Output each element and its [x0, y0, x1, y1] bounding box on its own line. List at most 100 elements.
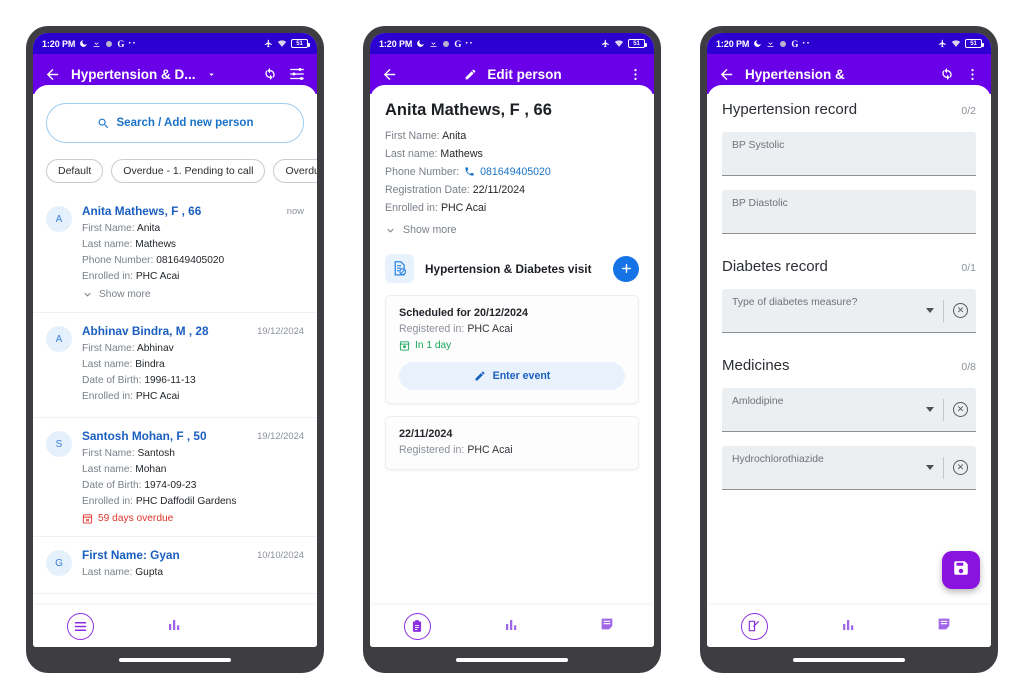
person-field: First Name: Santosh	[82, 448, 175, 459]
field-amlodipine[interactable]: Amlodipine ✕	[722, 388, 976, 432]
field-diabetes-measure[interactable]: Type of diabetes measure? ✕	[722, 289, 976, 333]
chevron-down-icon[interactable]	[206, 69, 217, 80]
chevron-down-icon[interactable]	[926, 465, 934, 470]
chip-default[interactable]: Default	[46, 159, 104, 183]
gesture-bar[interactable]	[793, 658, 905, 662]
field-label: Amlodipine	[732, 396, 784, 407]
section-title: Medicines	[722, 357, 790, 374]
avatar: A	[46, 206, 72, 232]
device-phone-1: 1:20 PM G ·· 51 Hypertension & D... Sear…	[26, 26, 324, 673]
status-badge: 59 days overdue	[82, 513, 247, 524]
person-field: Enrolled in: PHC Daffodil Gardens	[82, 496, 237, 507]
search-icon	[97, 117, 110, 130]
edit-square-circle-icon	[740, 612, 768, 640]
clipboard-circle-icon	[403, 612, 431, 640]
person-date: now	[286, 205, 304, 216]
person-field: Enrolled in: PHC Acai	[82, 391, 180, 402]
field-label: BP Diastolic	[732, 198, 788, 209]
chevron-down-icon	[385, 225, 396, 236]
event-due-label: In 1 day	[415, 340, 452, 351]
back-arrow-icon[interactable]	[381, 66, 398, 83]
note-icon	[599, 616, 615, 637]
battery-level: 51	[970, 40, 977, 47]
nav-item-list[interactable]	[33, 612, 128, 640]
download-icon	[92, 39, 101, 48]
person-field: Date of Birth: 1974-09-23	[82, 480, 197, 491]
more-dots-icon: ··	[128, 37, 137, 49]
chevron-down-icon[interactable]	[926, 407, 934, 412]
status-time: 1:20 PM	[379, 38, 413, 49]
battery-icon: 51	[965, 39, 984, 48]
table-row[interactable]: G First Name: Gyan Last name: Gupta 10/1…	[33, 537, 317, 594]
chevron-down-icon[interactable]	[926, 308, 934, 313]
person-field: Enrolled in: PHC Acai	[82, 271, 180, 282]
back-arrow-icon[interactable]	[44, 66, 61, 83]
show-more-toggle[interactable]: Show more	[82, 289, 277, 300]
screen-event-form: 1:20 PM G ·· 51 Hypertension & Hypertens…	[707, 33, 991, 647]
save-button[interactable]	[942, 551, 980, 589]
divider	[943, 299, 944, 322]
show-more-toggle[interactable]: Show more	[385, 224, 639, 236]
section-title: Hypertension record	[722, 101, 858, 118]
detail-field-phone[interactable]: Phone Number: 081649405020	[385, 163, 639, 181]
more-vert-icon[interactable]	[628, 67, 643, 82]
clear-icon[interactable]: ✕	[953, 402, 968, 417]
enter-event-button[interactable]: Enter event	[399, 362, 625, 390]
detail-field: First Name: Anita	[385, 130, 467, 142]
chip-overdue-2[interactable]: Overdue - 2	[273, 159, 317, 183]
avatar: A	[46, 326, 72, 352]
section-header-hypertension: Hypertension record 0/2	[707, 85, 991, 118]
list-item[interactable]: 22/11/2024 Registered in: PHC Acai	[385, 416, 639, 470]
divider	[943, 398, 944, 421]
circle-icon	[105, 40, 113, 48]
section-header-medicines: Medicines 0/8	[707, 333, 991, 374]
screenshot-stage: 1:20 PM G ·· 51 Hypertension & D... Sear…	[0, 0, 1024, 699]
section-header-diabetes: Diabetes record 0/1	[707, 234, 991, 275]
edit-person-label[interactable]: Edit person	[487, 67, 561, 82]
app-bar-title: Hypertension &	[745, 66, 845, 82]
person-field: Last name: Mathews	[82, 239, 177, 250]
pencil-icon[interactable]	[464, 68, 477, 81]
table-row[interactable]: S Santosh Mohan, F , 50 First Name: Sant…	[33, 418, 317, 537]
field-label: Hydrochlorothiazide	[732, 454, 824, 465]
more-vert-icon[interactable]	[965, 67, 980, 82]
sync-icon[interactable]	[939, 66, 955, 82]
show-more-label: Show more	[403, 224, 457, 236]
visit-section-header: Hypertension & Diabetes visit	[385, 254, 639, 283]
nav-item-form[interactable]	[707, 612, 802, 640]
nav-item-records[interactable]	[370, 612, 465, 640]
bottom-nav-1	[33, 605, 317, 647]
overdue-label: 59 days overdue	[98, 513, 174, 524]
event-due-badge: In 1 day	[399, 340, 625, 351]
download-icon	[766, 39, 775, 48]
field-bp-diastolic[interactable]: BP Diastolic	[722, 190, 976, 234]
nav-item-notes[interactable]	[559, 616, 654, 637]
chip-overdue-1[interactable]: Overdue - 1. Pending to call	[111, 159, 266, 183]
document-clock-icon	[385, 254, 414, 283]
show-more-label: Show more	[99, 289, 151, 300]
bar-chart-icon	[504, 616, 520, 637]
field-bp-systolic[interactable]: BP Systolic	[722, 132, 976, 176]
filter-list-icon[interactable]	[288, 65, 306, 83]
nav-item-analytics[interactable]	[802, 616, 897, 637]
gesture-bar[interactable]	[456, 658, 568, 662]
nav-item-analytics[interactable]	[465, 616, 560, 637]
nav-item-notes[interactable]	[896, 616, 991, 637]
gesture-bar[interactable]	[119, 658, 231, 662]
back-arrow-icon[interactable]	[718, 66, 735, 83]
table-row[interactable]: A Abhinav Bindra, M , 28 First Name: Abh…	[33, 313, 317, 418]
sync-icon[interactable]	[262, 66, 278, 82]
table-row[interactable]: A Anita Mathews, F , 66 First Name: Anit…	[33, 193, 317, 313]
list-item[interactable]: Scheduled for 20/12/2024 Registered in: …	[385, 295, 639, 404]
clear-icon[interactable]: ✕	[953, 303, 968, 318]
person-date: 19/12/2024	[257, 325, 304, 336]
field-hydrochlorothiazide[interactable]: Hydrochlorothiazide ✕	[722, 446, 976, 490]
screen-person-list: 1:20 PM G ·· 51 Hypertension & D... Sear…	[33, 33, 317, 647]
clear-icon[interactable]: ✕	[953, 460, 968, 475]
field-label: Type of diabetes measure?	[732, 297, 858, 308]
nav-item-analytics[interactable]	[128, 616, 223, 637]
search-input[interactable]: Search / Add new person	[46, 103, 304, 143]
add-event-button[interactable]	[613, 255, 639, 282]
person-detail-block: Anita Mathews, F , 66 First Name: Anita …	[370, 85, 654, 236]
person-field: Last name: Mohan	[82, 464, 167, 475]
